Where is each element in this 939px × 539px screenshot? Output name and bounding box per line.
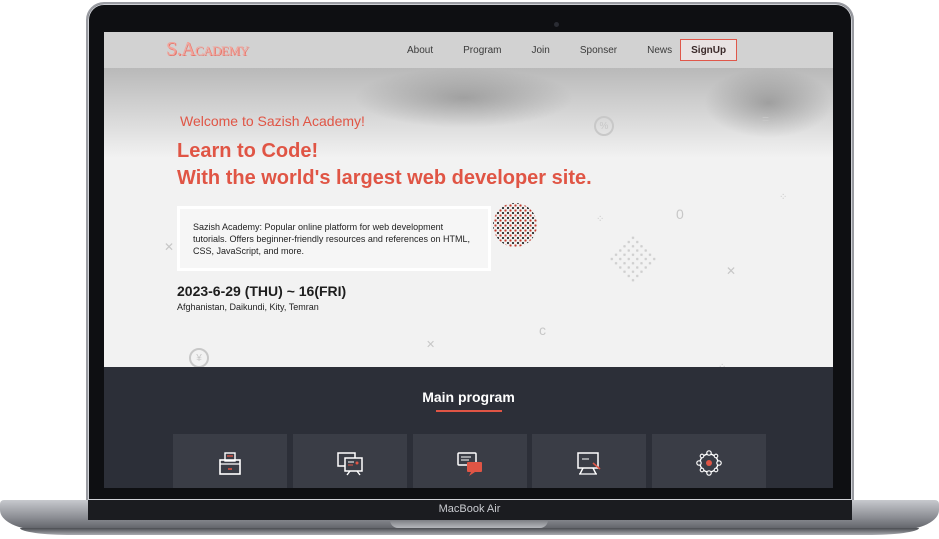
signup-button[interactable]: SignUp [680, 39, 738, 61]
site-logo[interactable]: S.ACADEMY [166, 38, 249, 61]
dots-diagonal-icon-2: ⁘ [596, 214, 605, 225]
cross-icon: ✕ [164, 240, 175, 254]
presentation-board-icon [337, 452, 363, 476]
program-card-1[interactable] [173, 434, 287, 488]
program-card-4[interactable] [532, 434, 647, 488]
laptop-notch [390, 520, 548, 528]
nav-link-about[interactable]: About [407, 45, 433, 56]
browser-screen: S.ACADEMY About Program Join Sponser New… [104, 32, 833, 488]
ballot-box-icon [219, 452, 241, 475]
cross-icon-3: ✕ [426, 339, 436, 351]
site-navbar: S.ACADEMY About Program Join Sponser New… [104, 32, 833, 68]
hero-section: % = 0 ✕ ✕ c ✕ ¥ ○○ ⁘ ⁘ ⁘ Welcome to Sazi… [104, 68, 833, 367]
logo-main-text: S.A [166, 38, 196, 60]
cross-icon-2: ✕ [726, 264, 737, 278]
program-title: Main program [422, 389, 515, 405]
nav-link-news[interactable]: News [647, 45, 672, 56]
nav-link-sponser[interactable]: Sponser [580, 45, 617, 56]
diamond-dots-pattern [607, 233, 659, 285]
program-title-underline [436, 410, 502, 412]
device-label: MacBook Air [438, 503, 501, 515]
nav-link-join[interactable]: Join [532, 45, 550, 56]
description-box: Sazish Academy: Popular online platform … [177, 206, 491, 271]
main-program-section: Main program [104, 367, 833, 488]
headline-line-2: With the world's largest web developer s… [177, 167, 592, 189]
welcome-text: Welcome to Sazish Academy! [180, 113, 365, 129]
logo-small-text: CADEMY [195, 43, 249, 58]
equals-icon: = [762, 112, 770, 126]
camera-dot [554, 22, 559, 27]
nav-link-program[interactable]: Program [463, 45, 501, 56]
percent-circle-icon: % [594, 116, 614, 136]
event-date: 2023-6-29 (THU) ~ 16(FRI) [177, 283, 347, 299]
headline-line-1: Learn to Code! [177, 140, 319, 162]
laptop-base-bottom [20, 528, 919, 535]
program-card-2[interactable] [292, 434, 407, 488]
letter-c-icon: c [539, 322, 546, 338]
program-card-5[interactable] [652, 434, 766, 488]
network-circle-icon [696, 450, 722, 476]
nav-links: About Program Join Sponser News SignUp [407, 32, 738, 68]
dots-diagonal-icon: ⁘ [779, 192, 788, 203]
yen-circle-icon: ¥ [189, 348, 209, 367]
chat-bubbles-icon [456, 452, 482, 476]
program-cards [173, 434, 766, 488]
teaching-screen-icon [577, 452, 601, 475]
event-location: Afghanistan, Daikundi, Kity, Temran [177, 302, 319, 312]
dotted-circle-pattern [493, 203, 537, 247]
zero-icon: 0 [676, 206, 684, 222]
program-card-3[interactable] [412, 434, 527, 488]
hero-headline: Learn to Code! With the world's largest … [177, 138, 592, 192]
